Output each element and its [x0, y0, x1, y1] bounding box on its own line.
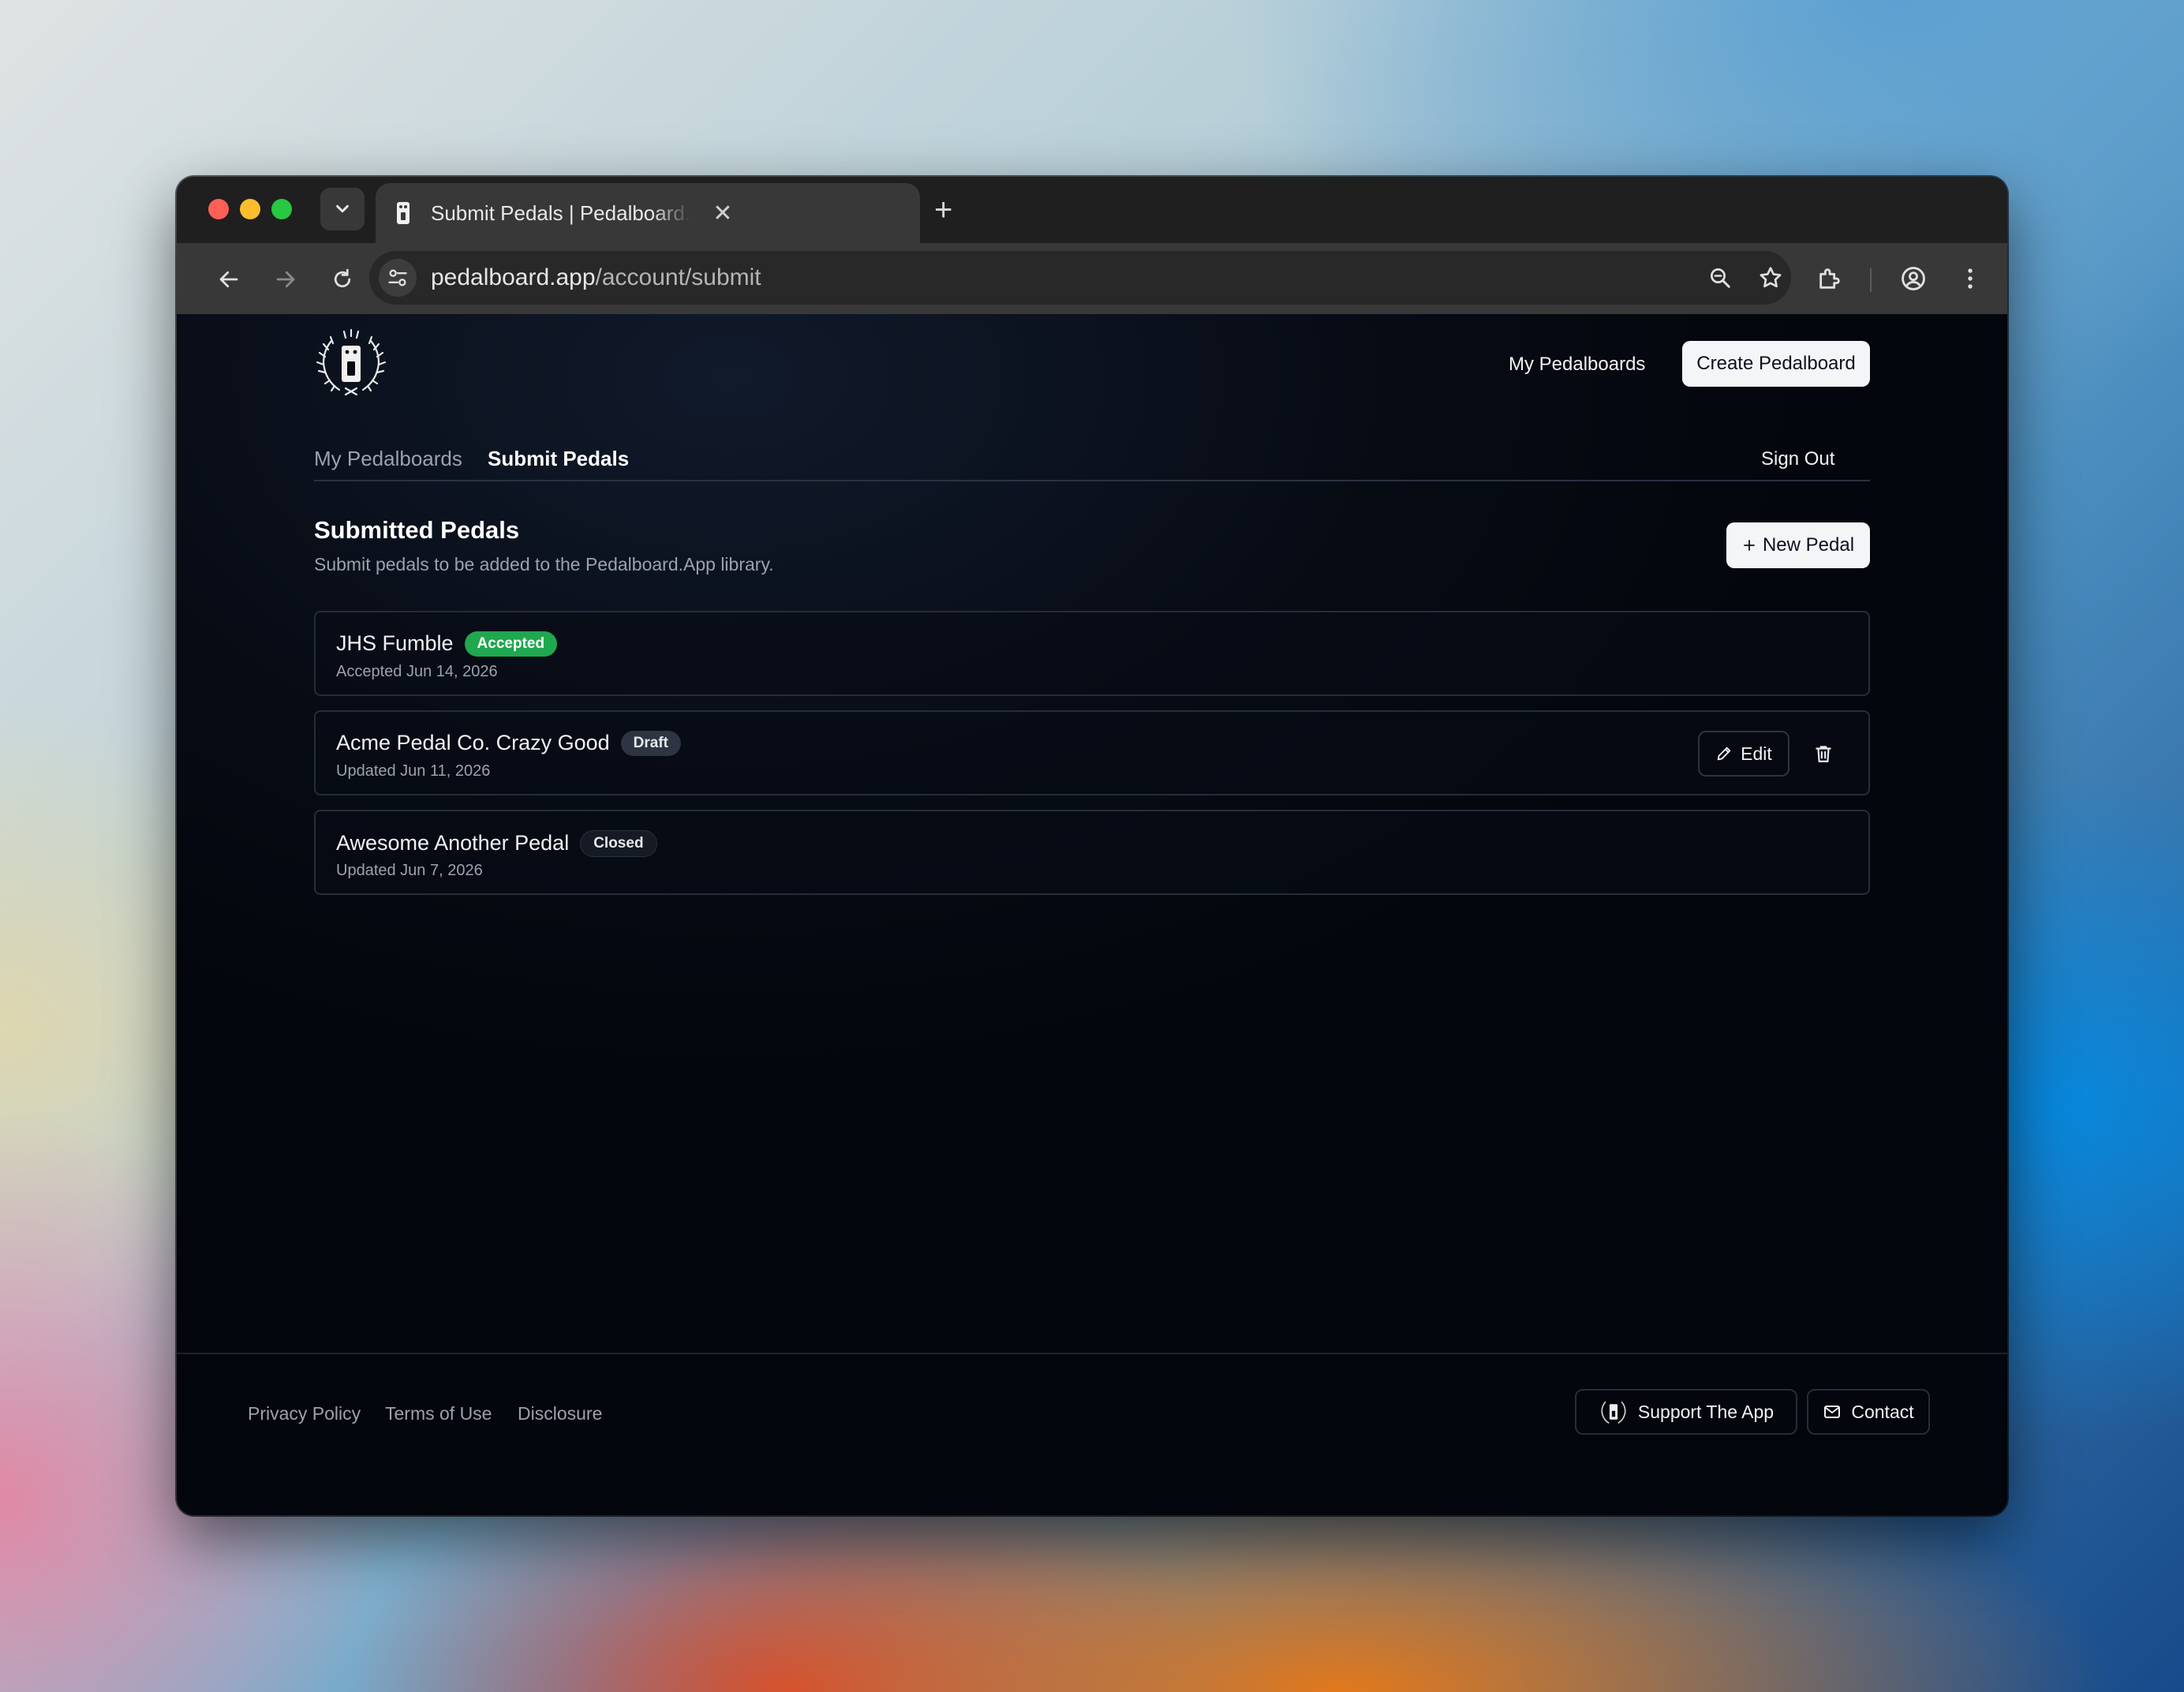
- tab-submit-pedals[interactable]: Submit Pedals: [488, 447, 629, 471]
- status-badge: Draft: [620, 731, 681, 756]
- terms-of-use-link[interactable]: Terms of Use: [385, 1403, 492, 1424]
- footer-divider: [177, 1353, 2007, 1354]
- url-host: pedalboard.app: [431, 264, 596, 290]
- bookmark-star-icon[interactable]: [1756, 264, 1785, 292]
- pedal-favicon-icon: [395, 200, 412, 226]
- status-badge: Accepted: [464, 631, 558, 657]
- mail-icon: [1824, 1406, 1841, 1418]
- close-tab-icon[interactable]: ✕: [709, 200, 737, 227]
- pedal-date: Updated Jun 7, 2026: [336, 862, 483, 879]
- arrow-left-icon: [219, 271, 238, 288]
- new-pedal-label: New Pedal: [1762, 534, 1855, 556]
- zoom-icon[interactable]: [1706, 264, 1734, 292]
- maximize-window-button[interactable]: [271, 199, 292, 219]
- subnav-divider: [314, 480, 1870, 481]
- pedal-name: JHS Fumble Accepted: [336, 631, 558, 657]
- back-button[interactable]: [213, 264, 245, 295]
- page-content: My Pedalboards Create Pedalboard My Peda…: [177, 314, 2007, 1515]
- url-text: pedalboard.app/account/submit: [431, 264, 761, 291]
- plus-icon: [1744, 540, 1755, 551]
- contact-label: Contact: [1851, 1401, 1914, 1422]
- pedal-row[interactable]: Acme Pedal Co. Crazy Good Draft Updated J…: [314, 710, 1870, 795]
- privacy-policy-link[interactable]: Privacy Policy: [248, 1403, 361, 1424]
- pedal-name: Awesome Another Pedal Closed: [336, 830, 657, 857]
- pencil-icon: [1717, 747, 1731, 761]
- delete-pedal-button[interactable]: [1810, 740, 1837, 767]
- reload-icon: [334, 268, 351, 288]
- support-label: Support The App: [1637, 1401, 1774, 1422]
- url-path: /account/submit: [595, 264, 761, 290]
- create-pedalboard-button[interactable]: Create Pedalboard: [1682, 341, 1870, 387]
- pedal-name-text: Awesome Another Pedal: [336, 831, 570, 855]
- site-settings-icon[interactable]: [379, 259, 417, 297]
- arrow-right-icon: [276, 271, 295, 288]
- pedalboard-logo-icon[interactable]: [316, 328, 387, 399]
- pedal-row[interactable]: Awesome Another Pedal Closed Updated Jun …: [314, 810, 1870, 895]
- new-tab-button[interactable]: +: [934, 193, 952, 227]
- status-badge: Closed: [580, 830, 657, 857]
- pedal-row[interactable]: JHS Fumble Accepted Accepted Jun 14, 2026: [314, 611, 1870, 696]
- pedalboard-logo-icon: [1601, 1401, 1626, 1424]
- pedal-name: Acme Pedal Co. Crazy Good Draft: [336, 731, 681, 756]
- chevron-down-icon: [336, 204, 349, 213]
- reload-button[interactable]: [327, 264, 358, 295]
- contact-button[interactable]: Contact: [1807, 1389, 1930, 1435]
- browser-tab[interactable]: Submit Pedals | Pedalboard.App ✕: [376, 183, 920, 243]
- support-the-app-button[interactable]: Support The App: [1575, 1389, 1797, 1435]
- browser-menu-icon[interactable]: [1954, 262, 1987, 295]
- minimize-window-button[interactable]: [240, 199, 260, 219]
- page-title: Submitted Pedals: [314, 516, 520, 544]
- forward-button[interactable]: [270, 264, 301, 295]
- new-pedal-button[interactable]: New Pedal: [1726, 522, 1870, 568]
- trash-icon: [1816, 746, 1831, 762]
- toolbar-separator: [1870, 268, 1872, 292]
- pedal-name-text: JHS Fumble: [336, 631, 454, 655]
- tab-search-button[interactable]: [320, 188, 365, 230]
- pedal-date: Accepted Jun 14, 2026: [336, 663, 498, 680]
- sign-out-button[interactable]: Sign Out: [1761, 448, 1834, 470]
- profile-icon[interactable]: [1897, 262, 1930, 295]
- tab-my-pedalboards[interactable]: My Pedalboards: [314, 447, 462, 471]
- disclosure-link[interactable]: Disclosure: [518, 1403, 602, 1424]
- extensions-icon[interactable]: [1813, 262, 1846, 295]
- pedal-name-text: Acme Pedal Co. Crazy Good: [336, 731, 610, 754]
- header-my-pedalboards-link[interactable]: My Pedalboards: [1509, 354, 1645, 376]
- pedal-date: Updated Jun 11, 2026: [336, 762, 491, 780]
- page-subtitle: Submit pedals to be added to the Pedalbo…: [314, 554, 774, 575]
- browser-toolbar: pedalboard.app/account/submit: [177, 243, 2007, 314]
- browser-window: Submit Pedals | Pedalboard.App ✕ + pedal…: [177, 177, 2007, 1515]
- tab-title: Submit Pedals | Pedalboard.App: [431, 200, 691, 225]
- close-window-button[interactable]: [208, 199, 229, 219]
- address-bar[interactable]: pedalboard.app/account/submit: [369, 251, 1791, 305]
- edit-pedal-button[interactable]: Edit: [1698, 731, 1789, 777]
- edit-label: Edit: [1741, 743, 1772, 764]
- tab-strip: Submit Pedals | Pedalboard.App ✕ +: [177, 177, 2007, 243]
